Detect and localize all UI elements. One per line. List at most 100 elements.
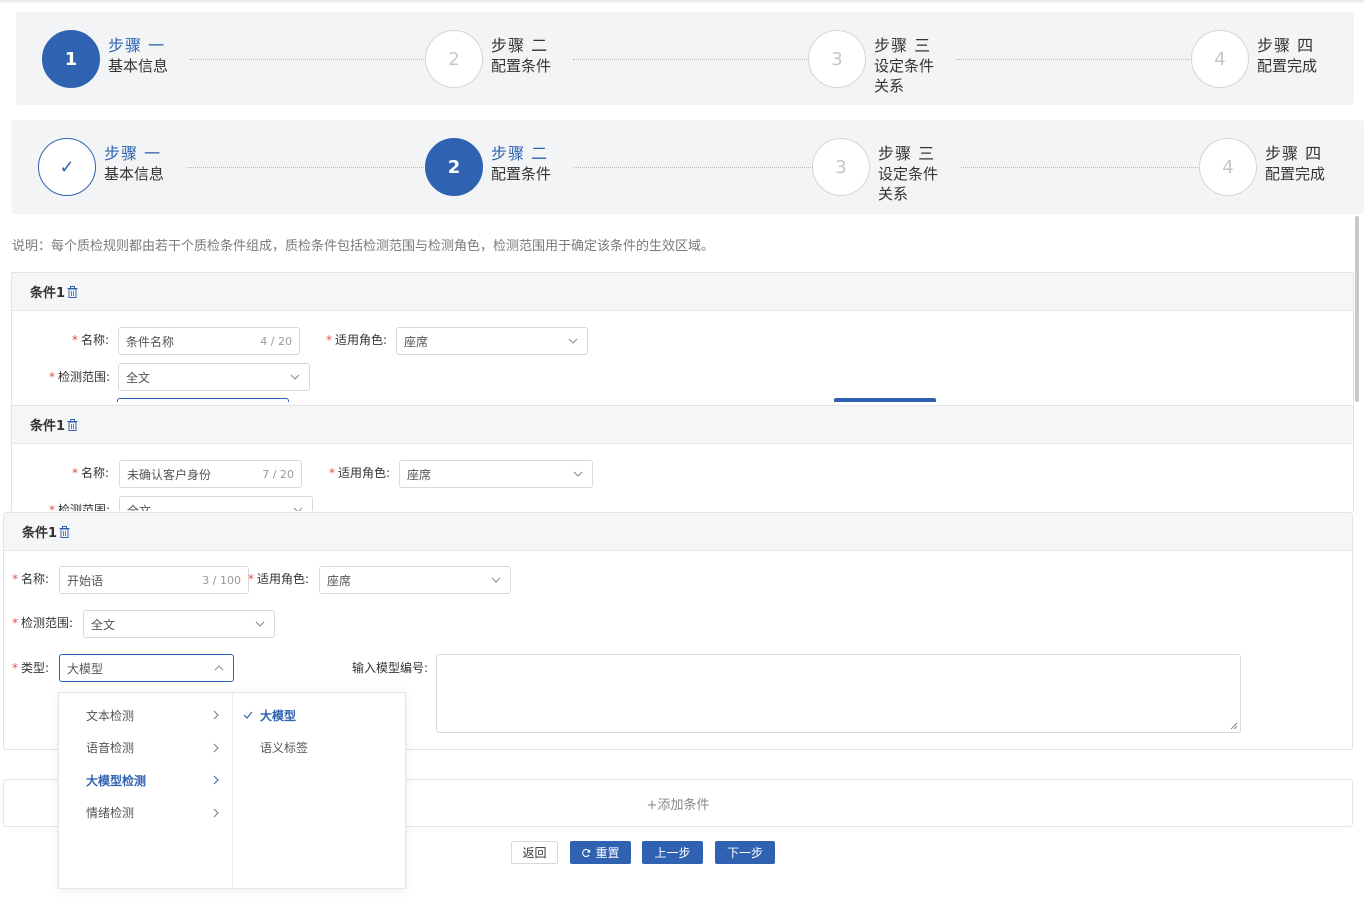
step-connector: [187, 167, 424, 168]
step-3[interactable]: 3 步骤 三 设定条件关系: [812, 138, 942, 204]
step-desc: 配置完成: [1265, 165, 1326, 183]
check-icon: [243, 711, 253, 719]
condition-card-2: 条件1 * 名称: 未确认客户身份 7 / 20 * 适用角色: 座席 * 检测范围:…: [11, 405, 1354, 511]
model-number-label: 输入模型编号:: [352, 661, 429, 675]
scope-select[interactable]: 全文: [119, 496, 313, 511]
step-title: 步骤 三: [878, 144, 936, 163]
step-number: 1: [42, 30, 100, 88]
step-title: 步骤 二: [491, 36, 549, 55]
name-label: * 名称:: [12, 572, 50, 586]
reset-button[interactable]: 重置: [570, 841, 631, 864]
step-number: 3: [812, 138, 870, 196]
cascader-menu-level-2: 大模型 语义标签: [233, 693, 405, 888]
cascader-option[interactable]: 语义标签: [233, 732, 405, 765]
step-connector: [573, 59, 809, 60]
trash-icon[interactable]: [67, 418, 78, 431]
step-4[interactable]: 4 步骤 四 配置完成: [1191, 30, 1321, 88]
step-title: 步骤 一: [108, 36, 166, 55]
name-input[interactable]: 未确认客户身份 7 / 20: [119, 460, 302, 488]
scope-label: * 检测范围:: [49, 370, 111, 384]
step-1[interactable]: ✓ 步骤 一 基本信息: [38, 138, 168, 196]
step-number: 3: [808, 30, 866, 88]
cascader-option[interactable]: 情绪检测: [59, 797, 232, 830]
card-title: 条件1: [30, 419, 66, 434]
step-4[interactable]: 4 步骤 四 配置完成: [1199, 138, 1329, 196]
chevron-right-icon: [213, 743, 219, 752]
step-title: 步骤 四: [1265, 144, 1323, 163]
steps-bar-1: 1 步骤 一 基本信息 2 步骤 二 配置条件 3 步骤 三 设定条件关系 4 …: [16, 12, 1354, 105]
back-button[interactable]: 返回: [511, 841, 558, 864]
step-number: 2: [425, 138, 483, 196]
role-label: * 适用角色:: [326, 333, 388, 347]
top-shadow: [0, 0, 1364, 4]
cascader-option-selected[interactable]: 大模型检测: [59, 764, 232, 797]
step-desc: 设定条件关系: [874, 57, 935, 95]
card-title: 条件1: [30, 286, 66, 301]
name-label: * 名称:: [72, 333, 110, 347]
card-header: 条件1: [12, 273, 1353, 311]
trash-icon[interactable]: [59, 525, 70, 538]
step-title: 步骤 二: [491, 144, 549, 163]
prev-step-button[interactable]: 上一步: [642, 841, 703, 864]
role-select[interactable]: 座席: [396, 327, 588, 355]
card-header: 条件1: [12, 406, 1353, 444]
step-title: 步骤 四: [1257, 36, 1315, 55]
type-cascader-dropdown: 文本检测 语音检测 大模型检测 情绪检测 大模型 语义标签: [58, 692, 406, 889]
step-number: 4: [1199, 138, 1257, 196]
name-input[interactable]: 条件名称 4 / 20: [118, 327, 300, 355]
step-connector: [961, 167, 1198, 168]
trash-icon[interactable]: [67, 285, 78, 298]
step-title: 步骤 一: [104, 144, 162, 163]
name-label: * 名称:: [72, 466, 110, 480]
step-2[interactable]: 2 步骤 二 配置条件: [425, 138, 555, 196]
chevron-down-icon: [573, 471, 583, 477]
role-label: * 适用角色:: [329, 466, 391, 480]
steps-bar-2: ✓ 步骤 一 基本信息 2 步骤 二 配置条件 3 步骤 三 设定条件关系 4 …: [11, 120, 1364, 214]
role-select[interactable]: 座席: [319, 566, 511, 594]
role-label: * 适用角色:: [248, 572, 310, 586]
cascader-option[interactable]: 文本检测: [59, 699, 232, 732]
chevron-right-icon: [213, 710, 219, 720]
cascader-option-selected[interactable]: 大模型: [233, 699, 405, 732]
step-connector: [190, 59, 426, 60]
primary-button-edge: [834, 398, 936, 402]
step-title: 步骤 三: [874, 36, 932, 55]
char-count: 7 / 20: [262, 467, 294, 481]
cascader-option[interactable]: 语音检测: [59, 732, 232, 765]
step-connector: [574, 167, 811, 168]
role-select[interactable]: 座席: [399, 460, 593, 488]
name-input[interactable]: 开始语 3 / 100: [59, 566, 249, 594]
resize-handle-icon[interactable]: [1230, 722, 1238, 730]
scrollbar[interactable]: [1355, 216, 1359, 402]
chevron-down-icon: [255, 621, 265, 627]
step-connector: [956, 59, 1192, 60]
step-desc: 配置完成: [1257, 57, 1318, 75]
step-number: 2: [425, 30, 483, 88]
char-count: 3 / 100: [202, 573, 241, 587]
chevron-right-icon: [213, 808, 219, 817]
step-desc: 配置条件: [491, 165, 552, 183]
scope-select[interactable]: 全文: [118, 363, 310, 391]
cascader-menu-level-1: 文本检测 语音检测 大模型检测 情绪检测: [59, 693, 233, 888]
step-desc: 基本信息: [108, 57, 169, 75]
card-title: 条件1: [22, 526, 58, 541]
model-number-textarea[interactable]: [436, 654, 1241, 733]
scope-label: * 检测范围:: [12, 616, 74, 630]
chevron-down-icon: [568, 338, 578, 344]
card-header: 条件1: [4, 513, 1352, 551]
step-desc: 设定条件关系: [878, 165, 939, 203]
next-step-button[interactable]: 下一步: [715, 841, 775, 864]
check-icon: ✓: [38, 138, 96, 196]
type-label: * 类型:: [12, 661, 50, 675]
focused-input-edge: [117, 398, 289, 402]
step-3[interactable]: 3 步骤 三 设定条件关系: [808, 30, 938, 96]
step-desc: 配置条件: [491, 57, 552, 75]
char-count: 4 / 20: [260, 334, 292, 348]
step-1[interactable]: 1 步骤 一 基本信息: [42, 30, 172, 88]
step-2[interactable]: 2 步骤 二 配置条件: [425, 30, 555, 88]
step-desc: 基本信息: [104, 165, 165, 183]
scope-select[interactable]: 全文: [83, 610, 275, 638]
type-cascader[interactable]: 大模型: [59, 654, 234, 682]
refresh-icon: [582, 848, 591, 857]
condition-card-1: 条件1 * 名称: 条件名称 4 / 20 * 适用角色: 座席 * 检测范围: 全文: [11, 272, 1354, 404]
